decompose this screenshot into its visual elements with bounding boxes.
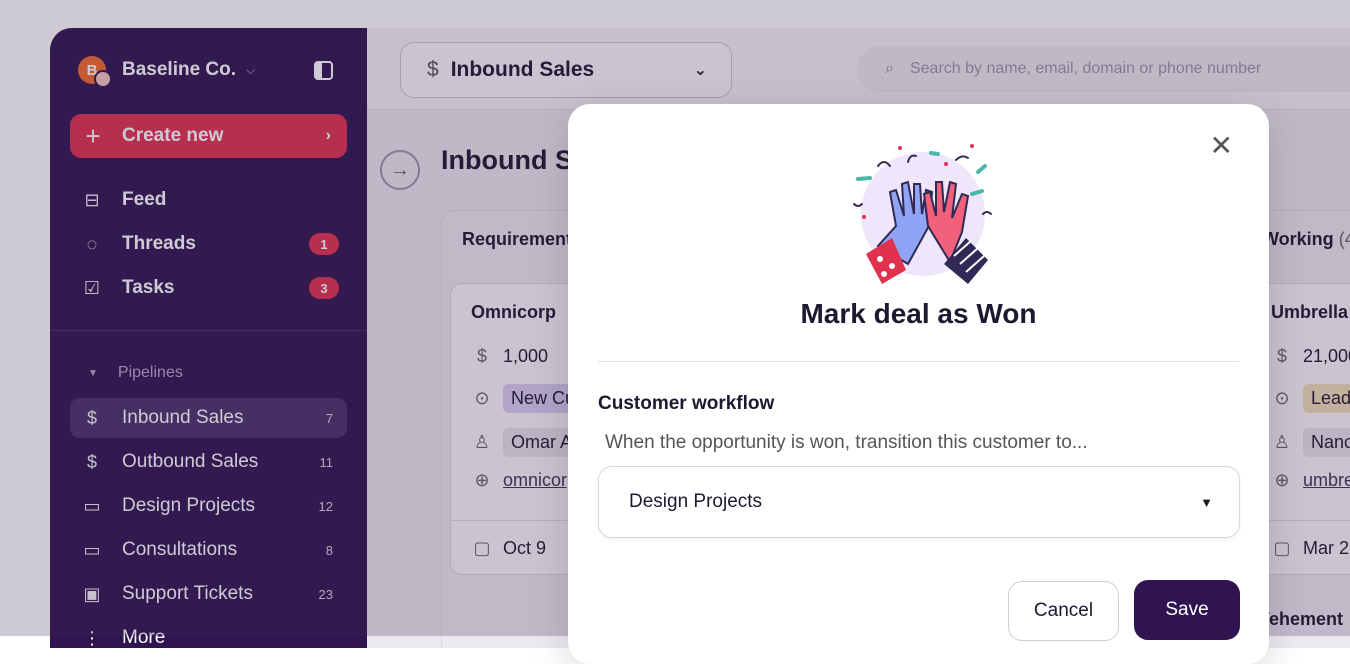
dialog-title: Mark deal as Won: [800, 298, 1037, 329]
field-label: Customer workflow: [598, 393, 775, 414]
save-button[interactable]: Save: [1134, 580, 1240, 640]
dialog-divider: [598, 361, 1239, 362]
workflow-select[interactable]: Design Projects ▼: [598, 466, 1240, 538]
mark-won-dialog: ✕ Mark deal as Won Customer workflow Whe…: [568, 104, 1269, 664]
workflow-select-value: Design Projects: [629, 491, 763, 512]
close-icon[interactable]: ✕: [1210, 132, 1233, 160]
caret-down-icon: ▼: [1200, 494, 1213, 510]
field-help-text: When the opportunity is won, transition …: [605, 432, 1088, 453]
high-five-illustration: [853, 144, 992, 284]
cancel-button[interactable]: Cancel: [1008, 581, 1119, 641]
